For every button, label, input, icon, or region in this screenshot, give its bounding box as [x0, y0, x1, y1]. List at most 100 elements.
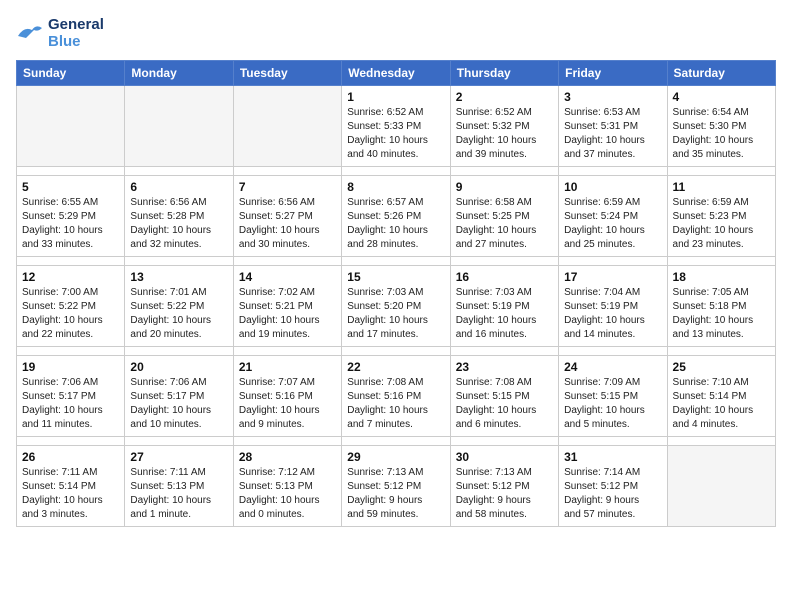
day-info: Sunrise: 7:06 AM Sunset: 5:17 PM Dayligh…: [22, 376, 119, 432]
header-saturday: Saturday: [667, 61, 775, 86]
day-info: Sunrise: 6:52 AM Sunset: 5:33 PM Dayligh…: [347, 106, 444, 162]
day-number: 21: [239, 360, 336, 374]
day-info: Sunrise: 6:54 AM Sunset: 5:30 PM Dayligh…: [673, 106, 770, 162]
day-number: 13: [130, 270, 227, 284]
day-info: Sunrise: 6:55 AM Sunset: 5:29 PM Dayligh…: [22, 196, 119, 252]
week-separator: [17, 167, 776, 176]
calendar-day-cell: 13Sunrise: 7:01 AM Sunset: 5:22 PM Dayli…: [125, 266, 233, 347]
day-info: Sunrise: 7:11 AM Sunset: 5:14 PM Dayligh…: [22, 466, 119, 522]
day-number: 1: [347, 90, 444, 104]
calendar-day-cell: 27 Sunrise: 7:11 AM Sunset: 5:13 PM Dayli…: [125, 446, 233, 527]
logo-bird-icon: [16, 22, 44, 44]
day-info: Sunrise: 7:06 AM Sunset: 5:17 PM Dayligh…: [130, 376, 227, 432]
calendar-day-cell: 12Sunrise: 7:00 AM Sunset: 5:22 PM Dayli…: [17, 266, 125, 347]
calendar-day-cell: 26 Sunrise: 7:11 AM Sunset: 5:14 PM Dayli…: [17, 446, 125, 527]
day-number: 3: [564, 90, 661, 104]
calendar-day-cell: [233, 86, 341, 167]
calendar-day-cell: 20 Sunrise: 7:06 AM Sunset: 5:17 PM Dayli…: [125, 356, 233, 437]
calendar-day-cell: 6 Sunrise: 6:56 AM Sunset: 5:28 PM Daylig…: [125, 176, 233, 257]
day-info: Sunrise: 7:14 AM Sunset: 5:12 PM Dayligh…: [564, 466, 661, 522]
day-info: Sunrise: 6:58 AM Sunset: 5:25 PM Dayligh…: [456, 196, 553, 252]
logo-text: General Blue: [48, 16, 104, 50]
calendar-day-cell: 22 Sunrise: 7:08 AM Sunset: 5:16 PM Dayli…: [342, 356, 450, 437]
calendar-day-cell: 2 Sunrise: 6:52 AM Sunset: 5:32 PM Daylig…: [450, 86, 558, 167]
day-number: 12: [22, 270, 119, 284]
day-info: Sunrise: 6:52 AM Sunset: 5:32 PM Dayligh…: [456, 106, 553, 162]
logo: General Blue: [16, 16, 104, 50]
calendar-week-row: 12Sunrise: 7:00 AM Sunset: 5:22 PM Dayli…: [17, 266, 776, 347]
calendar-day-cell: 18Sunrise: 7:05 AM Sunset: 5:18 PM Dayli…: [667, 266, 775, 347]
calendar-day-cell: 17 Sunrise: 7:04 AM Sunset: 5:19 PM Dayli…: [559, 266, 667, 347]
day-number: 25: [673, 360, 770, 374]
calendar-day-cell: 29Sunrise: 7:13 AM Sunset: 5:12 PM Dayli…: [342, 446, 450, 527]
day-info: Sunrise: 6:56 AM Sunset: 5:27 PM Dayligh…: [239, 196, 336, 252]
calendar-day-cell: 14 Sunrise: 7:02 AM Sunset: 5:21 PM Dayli…: [233, 266, 341, 347]
week-separator: [17, 437, 776, 446]
day-number: 20: [130, 360, 227, 374]
day-number: 24: [564, 360, 661, 374]
day-number: 22: [347, 360, 444, 374]
day-number: 27: [130, 450, 227, 464]
day-number: 2: [456, 90, 553, 104]
day-number: 16: [456, 270, 553, 284]
day-info: Sunrise: 6:57 AM Sunset: 5:26 PM Dayligh…: [347, 196, 444, 252]
header-wednesday: Wednesday: [342, 61, 450, 86]
day-info: Sunrise: 7:03 AM Sunset: 5:20 PM Dayligh…: [347, 286, 444, 342]
calendar-day-cell: 28 Sunrise: 7:12 AM Sunset: 5:13 PM Dayli…: [233, 446, 341, 527]
week-separator: [17, 257, 776, 266]
day-number: 14: [239, 270, 336, 284]
calendar-day-cell: [17, 86, 125, 167]
calendar-day-cell: 24 Sunrise: 7:09 AM Sunset: 5:15 PM Dayli…: [559, 356, 667, 437]
day-info: Sunrise: 6:53 AM Sunset: 5:31 PM Dayligh…: [564, 106, 661, 162]
day-info: Sunrise: 7:13 AM Sunset: 5:12 PM Dayligh…: [456, 466, 553, 522]
calendar-day-cell: [667, 446, 775, 527]
day-info: Sunrise: 7:04 AM Sunset: 5:19 PM Dayligh…: [564, 286, 661, 342]
day-number: 15: [347, 270, 444, 284]
day-number: 10: [564, 180, 661, 194]
calendar-day-cell: 30Sunrise: 7:13 AM Sunset: 5:12 PM Dayli…: [450, 446, 558, 527]
day-number: 9: [456, 180, 553, 194]
calendar-week-row: 5 Sunrise: 6:55 AM Sunset: 5:29 PM Daylig…: [17, 176, 776, 257]
day-info: Sunrise: 7:02 AM Sunset: 5:21 PM Dayligh…: [239, 286, 336, 342]
calendar-day-cell: [125, 86, 233, 167]
page-header: General Blue: [16, 16, 776, 50]
day-info: Sunrise: 7:07 AM Sunset: 5:16 PM Dayligh…: [239, 376, 336, 432]
day-number: 31: [564, 450, 661, 464]
calendar-day-cell: 23 Sunrise: 7:08 AM Sunset: 5:15 PM Dayli…: [450, 356, 558, 437]
day-info: Sunrise: 7:03 AM Sunset: 5:19 PM Dayligh…: [456, 286, 553, 342]
day-info: Sunrise: 7:08 AM Sunset: 5:16 PM Dayligh…: [347, 376, 444, 432]
day-info: Sunrise: 7:09 AM Sunset: 5:15 PM Dayligh…: [564, 376, 661, 432]
day-info: Sunrise: 7:11 AM Sunset: 5:13 PM Dayligh…: [130, 466, 227, 522]
day-info: Sunrise: 7:13 AM Sunset: 5:12 PM Dayligh…: [347, 466, 444, 522]
day-info: Sunrise: 6:59 AM Sunset: 5:23 PM Dayligh…: [673, 196, 770, 252]
header-monday: Monday: [125, 61, 233, 86]
calendar-day-cell: 19 Sunrise: 7:06 AM Sunset: 5:17 PM Dayli…: [17, 356, 125, 437]
day-number: 6: [130, 180, 227, 194]
day-info: Sunrise: 7:10 AM Sunset: 5:14 PM Dayligh…: [673, 376, 770, 432]
day-number: 7: [239, 180, 336, 194]
calendar-day-cell: 31 Sunrise: 7:14 AM Sunset: 5:12 PM Dayli…: [559, 446, 667, 527]
day-number: 28: [239, 450, 336, 464]
day-info: Sunrise: 7:08 AM Sunset: 5:15 PM Dayligh…: [456, 376, 553, 432]
calendar-day-cell: 11 Sunrise: 6:59 AM Sunset: 5:23 PM Dayli…: [667, 176, 775, 257]
calendar-day-cell: 16 Sunrise: 7:03 AM Sunset: 5:19 PM Dayli…: [450, 266, 558, 347]
calendar-day-cell: 15 Sunrise: 7:03 AM Sunset: 5:20 PM Dayli…: [342, 266, 450, 347]
day-number: 11: [673, 180, 770, 194]
day-number: 19: [22, 360, 119, 374]
day-info: Sunrise: 7:05 AM Sunset: 5:18 PM Dayligh…: [673, 286, 770, 342]
day-number: 5: [22, 180, 119, 194]
day-info: Sunrise: 7:12 AM Sunset: 5:13 PM Dayligh…: [239, 466, 336, 522]
day-info: Sunrise: 6:56 AM Sunset: 5:28 PM Dayligh…: [130, 196, 227, 252]
header-tuesday: Tuesday: [233, 61, 341, 86]
day-number: 26: [22, 450, 119, 464]
calendar-day-cell: 25 Sunrise: 7:10 AM Sunset: 5:14 PM Dayli…: [667, 356, 775, 437]
calendar-header-row: SundayMondayTuesdayWednesdayThursdayFrid…: [17, 61, 776, 86]
day-number: 17: [564, 270, 661, 284]
week-separator: [17, 347, 776, 356]
day-number: 23: [456, 360, 553, 374]
calendar-day-cell: 4Sunrise: 6:54 AM Sunset: 5:30 PM Daylig…: [667, 86, 775, 167]
calendar-day-cell: 1 Sunrise: 6:52 AM Sunset: 5:33 PM Daylig…: [342, 86, 450, 167]
calendar-table: SundayMondayTuesdayWednesdayThursdayFrid…: [16, 60, 776, 527]
calendar-day-cell: 7 Sunrise: 6:56 AM Sunset: 5:27 PM Daylig…: [233, 176, 341, 257]
calendar-week-row: 26 Sunrise: 7:11 AM Sunset: 5:14 PM Dayli…: [17, 446, 776, 527]
